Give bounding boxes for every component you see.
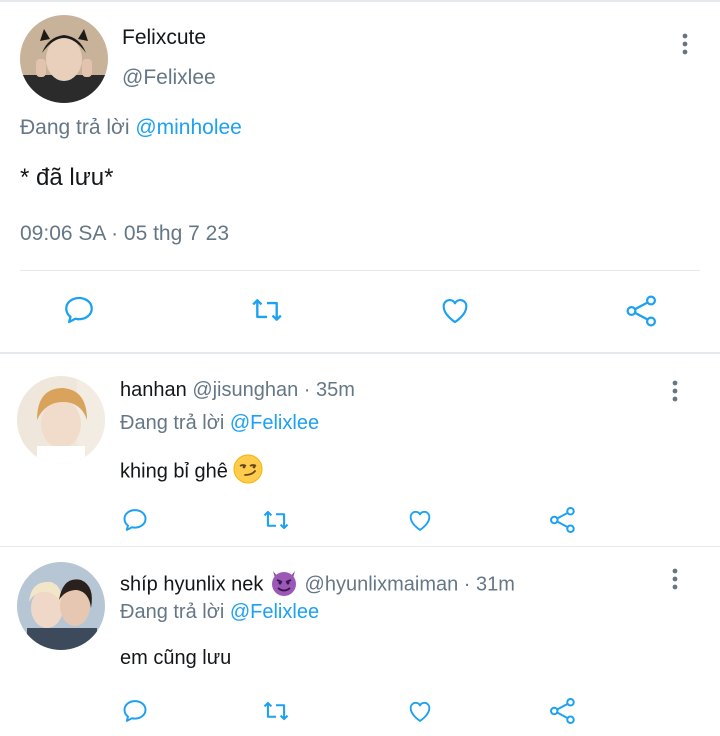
user-handle[interactable]: @Felixlee — [122, 66, 216, 90]
display-name[interactable]: Felixcute — [122, 26, 206, 50]
reply-header: hanhan @jisunghan · 35m — [120, 379, 355, 402]
tweet-text: * đã lưu* — [20, 164, 114, 191]
more-vertical-icon[interactable] — [663, 567, 687, 591]
replying-to-label: Đang trả lời — [120, 601, 225, 623]
avatar[interactable] — [20, 15, 108, 103]
reply-icon[interactable] — [62, 293, 96, 327]
mention-link[interactable]: @minholee — [135, 116, 242, 139]
reply-tweet[interactable]: shíp hyunlix nek @hyunlixmaiman · 31m Đa… — [0, 547, 720, 736]
replying-to-label: Đang trả lời — [20, 116, 130, 139]
display-name[interactable]: hanhan — [120, 379, 187, 401]
heart-icon[interactable] — [437, 293, 473, 327]
reply-text: em cũng lưu — [120, 647, 232, 669]
smiling-devil-emoji — [269, 567, 299, 603]
handle-and-time[interactable]: @hyunlixmaiman · 31m — [305, 573, 515, 595]
retweet-icon[interactable] — [249, 293, 285, 327]
main-tweet: Felixcute @Felixlee Đang trả lời @minhol… — [0, 0, 720, 352]
replying-to: Đang trả lời @Felixlee — [120, 601, 319, 624]
avatar[interactable] — [17, 376, 105, 464]
reply-tweet[interactable]: hanhan @jisunghan · 35m Đang trả lời @Fe… — [0, 354, 720, 546]
display-name[interactable]: shíp hyunlix nek — [120, 573, 263, 595]
reply-text: khing bỉ ghê — [120, 454, 263, 490]
reply-text-content: khing bỉ ghê — [120, 460, 228, 483]
replying-to: Đang trả lời @minholee — [20, 116, 242, 140]
replying-to: Đang trả lời @Felixlee — [120, 412, 319, 435]
reply-icon[interactable] — [121, 697, 149, 725]
mention-link[interactable]: @Felixlee — [230, 601, 319, 623]
retweet-icon[interactable] — [261, 697, 291, 725]
heart-icon[interactable] — [405, 697, 435, 725]
mention-link[interactable]: @Felixlee — [230, 412, 319, 434]
smirk-emoji — [233, 454, 263, 490]
tweet-timestamp[interactable]: 09:06 SA · 05 thg 7 23 — [20, 222, 229, 246]
reply-icon[interactable] — [121, 506, 149, 534]
replying-to-label: Đang trả lời — [120, 412, 225, 434]
retweet-icon[interactable] — [261, 506, 291, 534]
share-icon[interactable] — [548, 696, 578, 726]
more-vertical-icon[interactable] — [663, 379, 687, 403]
heart-icon[interactable] — [405, 506, 435, 534]
divider — [20, 270, 700, 271]
reply-header: shíp hyunlix nek @hyunlixmaiman · 31m — [120, 567, 515, 603]
avatar[interactable] — [17, 562, 105, 650]
share-icon[interactable] — [548, 505, 578, 535]
share-icon[interactable] — [624, 293, 660, 329]
more-vertical-icon[interactable] — [673, 32, 697, 56]
handle-and-time[interactable]: @jisunghan · 35m — [192, 379, 355, 401]
